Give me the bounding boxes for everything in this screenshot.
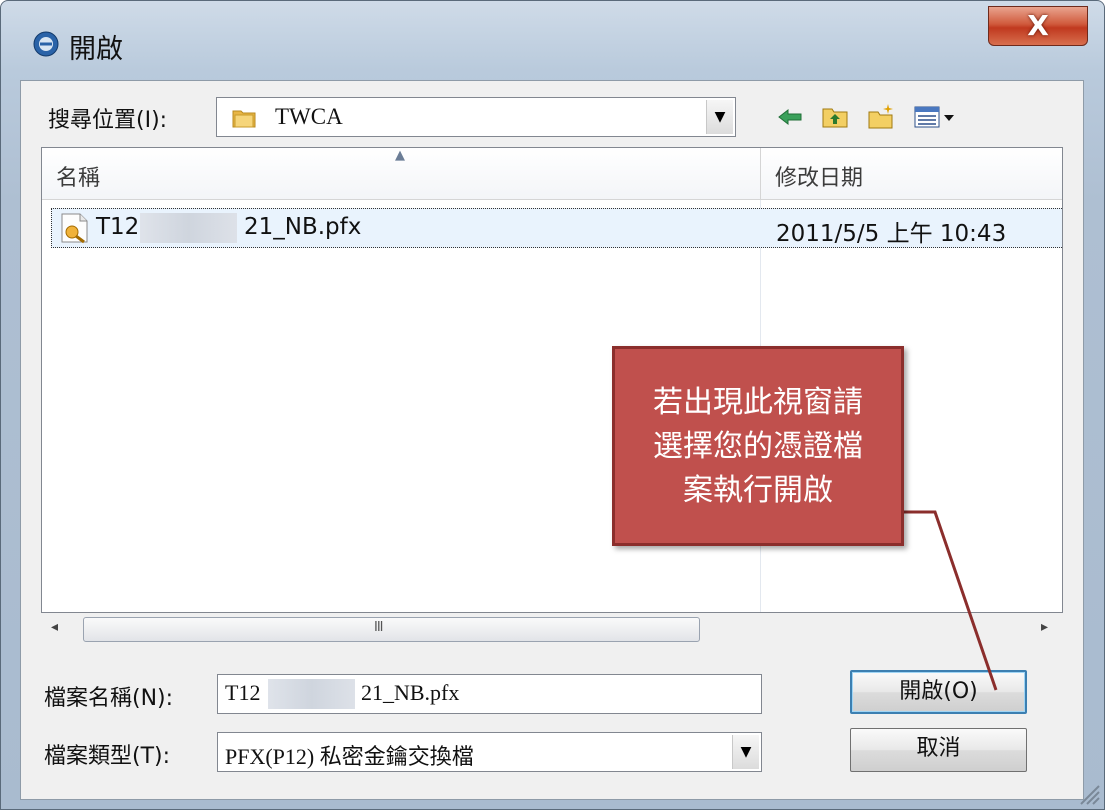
callout-line-3: 案執行開啟 [683,473,833,508]
annotation-callout: 若出現此視窗請 選擇您的憑證檔 案執行開啟 [612,346,904,546]
callout-leader-line [904,510,998,691]
callout-line-2: 選擇您的憑證檔 [653,429,863,464]
callout-line-1: 若出現此視窗請 [653,385,863,420]
